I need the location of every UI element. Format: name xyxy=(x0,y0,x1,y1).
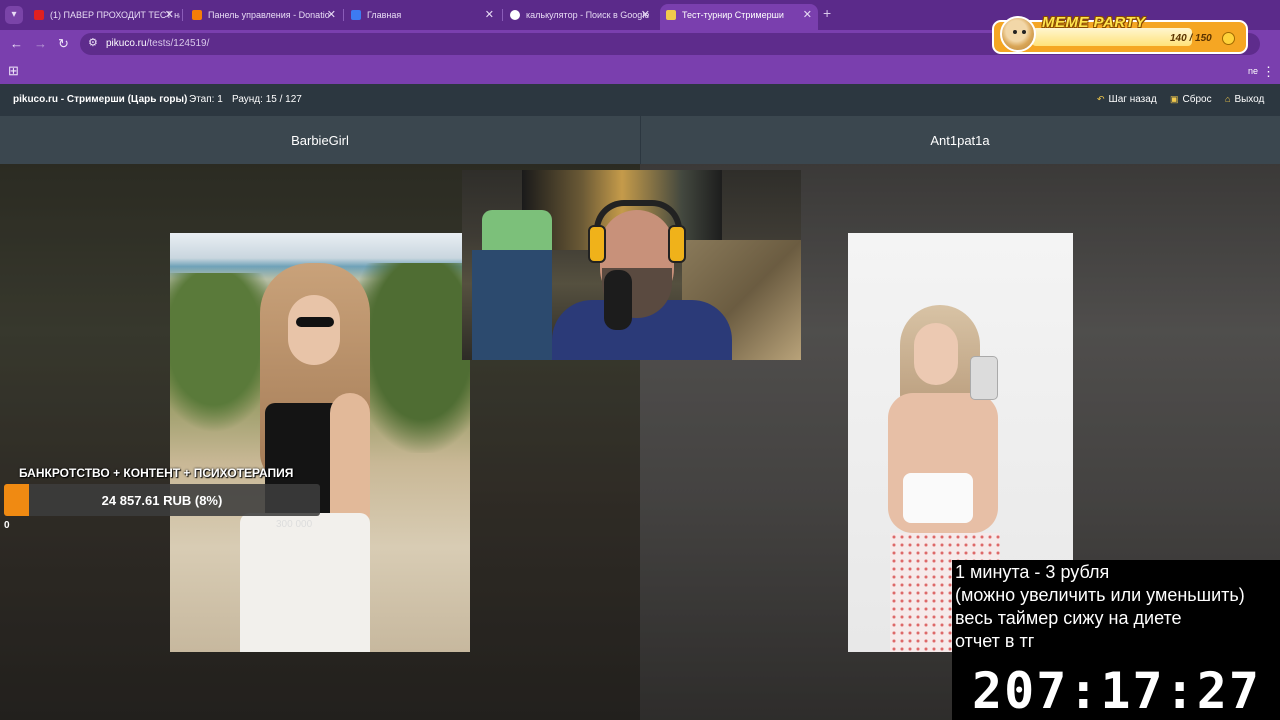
reset-button[interactable]: ▣ Сброс xyxy=(1170,94,1212,105)
donation-goal-max: 300 000 xyxy=(276,519,313,530)
tab-title: (1) ПАВЕР ПРОХОДИТ ТЕСТ на xyxy=(50,10,180,20)
bookmarks-bar: ⊞ ne ⋮ xyxy=(0,58,1280,84)
tab-search-icon[interactable]: ▾ xyxy=(5,6,23,24)
stage-label: Этап: 1 xyxy=(189,94,223,105)
doge-icon xyxy=(1000,16,1036,52)
left-contestant-photo[interactable] xyxy=(170,233,470,652)
pikuco-favicon-icon xyxy=(666,10,676,20)
close-tab-icon[interactable]: ✕ xyxy=(165,4,174,26)
headphone-cup xyxy=(588,225,606,263)
photo-face xyxy=(914,323,958,385)
url-path: /tests/124519/ xyxy=(146,38,210,49)
trello-favicon-icon xyxy=(351,10,361,20)
tab-divider xyxy=(502,9,503,21)
close-tab-icon[interactable]: ✕ xyxy=(803,4,812,26)
browser-tab-3[interactable]: Главная ✕ xyxy=(345,4,500,26)
page-title: pikuco.ru - Стримерши (Царь горы) xyxy=(13,94,188,105)
close-tab-icon[interactable]: ✕ xyxy=(485,4,494,26)
photo-sunglasses xyxy=(296,317,334,327)
browser-tab-active[interactable]: Тест-турнир Стримерши ✕ xyxy=(660,4,818,30)
tab-divider xyxy=(343,9,344,21)
microphone-icon xyxy=(604,270,632,330)
site-info-icon[interactable]: ⚙ xyxy=(88,36,98,49)
coin-icon xyxy=(1222,32,1235,45)
home-icon: ⌂ xyxy=(1225,94,1231,104)
tab-title: Главная xyxy=(367,10,402,20)
forward-arrow-icon[interactable]: → xyxy=(34,36,47,51)
timer-rule-line: отчет в тг xyxy=(955,631,1035,651)
timer-clock: 207:17:27 xyxy=(972,662,1261,720)
photo-top xyxy=(903,473,973,523)
browser-menu-icon[interactable]: ⋮ xyxy=(1262,64,1275,80)
doge-eye xyxy=(1022,30,1026,34)
donation-goal-amount: 24 857.61 RUB (8%) xyxy=(101,493,223,508)
photo-face xyxy=(288,295,340,365)
step-back-label: Шаг назад xyxy=(1108,94,1157,105)
photo-phone xyxy=(970,356,998,400)
browser-tab-1[interactable]: (1) ПАВЕР ПРОХОДИТ ТЕСТ на ✕ xyxy=(28,4,180,26)
apps-grid-icon[interactable]: ⊞ xyxy=(8,63,19,79)
reset-label: Сброс xyxy=(1182,94,1212,105)
google-favicon-icon xyxy=(510,10,520,20)
round-label: Раунд: 15 / 127 xyxy=(232,94,302,105)
trash-icon: ▣ xyxy=(1170,94,1179,104)
site-header: pikuco.ru - Стримерши (Царь горы) Этап: … xyxy=(0,84,1280,116)
contestant-right-name[interactable]: Ant1pat1a xyxy=(640,133,1280,148)
tab-title: калькулятор - Поиск в Google xyxy=(526,10,650,20)
subathon-timer-panel: 1 минута - 3 рубля (можно увеличить или … xyxy=(952,560,1280,720)
timer-rule-line: весь таймер сижу на диете xyxy=(955,608,1182,628)
donation-goal-bar: 24 857.61 RUB (8%) xyxy=(4,484,320,516)
new-tab-icon[interactable]: + xyxy=(823,5,831,21)
exit-button[interactable]: ⌂ Выход xyxy=(1225,94,1264,105)
meme-party-count: 140 / 150 xyxy=(1170,33,1212,44)
close-tab-icon[interactable]: ✕ xyxy=(641,4,650,26)
youtube-favicon-icon xyxy=(34,10,44,20)
donationalerts-favicon-icon xyxy=(192,10,202,20)
headphones-icon xyxy=(594,200,682,230)
photo-arm xyxy=(330,393,370,533)
browser-tab-2[interactable]: Панель управления - Donatio ✕ xyxy=(186,4,342,26)
url-text: pikuco.ru/tests/124519/ xyxy=(106,38,209,49)
reload-icon[interactable]: ↻ xyxy=(58,36,69,52)
photo-skirt xyxy=(240,513,370,652)
donation-goal-min: 0 xyxy=(4,520,10,531)
tab-divider xyxy=(182,9,183,21)
tab-title: Тест-турнир Стримерши xyxy=(682,10,784,20)
back-arrow-icon[interactable]: ← xyxy=(10,36,23,51)
tab-title: Панель управления - Donatio xyxy=(208,10,330,20)
doge-eye xyxy=(1013,30,1017,34)
meme-party-widget: MEME PARTY 140 / 150 xyxy=(992,14,1248,54)
url-host: pikuco.ru xyxy=(106,38,147,49)
webcam-jacket xyxy=(472,250,552,360)
exit-label: Выход xyxy=(1234,94,1265,105)
timer-rule-line: 1 минута - 3 рубля xyxy=(955,562,1110,582)
contestant-left-name[interactable]: BarbieGirl xyxy=(0,133,640,148)
meme-party-title: MEME PARTY xyxy=(1042,14,1146,31)
donation-goal-title: БАНКРОТСТВО + КОНТЕНТ + ПСИХОТЕРАПИЯ xyxy=(19,466,294,480)
close-tab-icon[interactable]: ✕ xyxy=(327,4,336,26)
step-back-button[interactable]: ↶ Шаг назад xyxy=(1097,94,1157,105)
browser-tab-4[interactable]: калькулятор - Поиск в Google ✕ xyxy=(504,4,656,26)
timer-rule-line: (можно увеличить или уменьшить) xyxy=(955,585,1245,605)
undo-icon: ↶ xyxy=(1097,94,1105,104)
headphone-cup xyxy=(668,225,686,263)
contestant-names-bar: BarbieGirl Ant1pat1a xyxy=(0,116,1280,164)
streamer-webcam xyxy=(462,170,801,360)
profile-label[interactable]: ne xyxy=(1248,66,1258,76)
